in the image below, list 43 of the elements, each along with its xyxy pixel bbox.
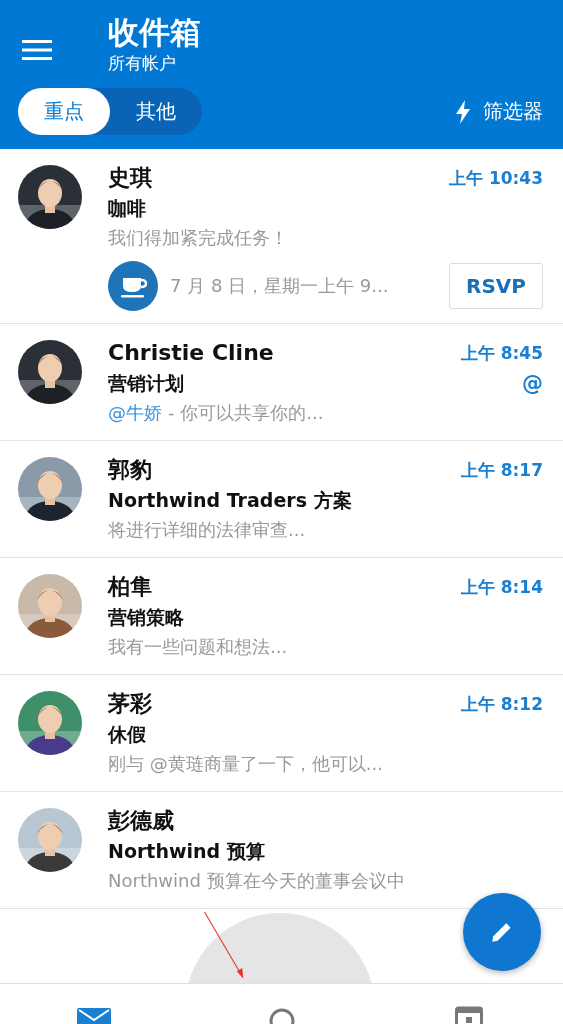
- message-preview: 我有一些问题和想法...: [108, 635, 288, 659]
- sender-name: 彭德威: [108, 807, 174, 835]
- menu-icon[interactable]: [22, 40, 52, 60]
- compose-button[interactable]: [463, 893, 541, 971]
- message-time: 上午 8:12: [460, 692, 543, 716]
- sender-name: 史琪: [108, 164, 152, 192]
- calendar-icon[interactable]: [455, 1006, 484, 1024]
- sender-name: 郭豹: [108, 456, 152, 484]
- sender-name: 茅彩: [108, 690, 152, 718]
- message-row[interactable]: 柏隼 上午 8:14 营销策略 我有一些问题和想法...: [0, 558, 563, 675]
- inbox-tab[interactable]: 重点: [18, 88, 110, 135]
- message-subject: Northwind 预算: [108, 839, 265, 864]
- message-time: 上午 8:14: [460, 575, 543, 599]
- message-row[interactable]: Christie Cline 上午 8:45 营销计划 @ @牛娇 - 你可以共享你的...: [0, 324, 563, 441]
- message-row[interactable]: 茅彩 上午 8:12 休假 刚与 @黄琏商量了一下，他可以...: [0, 675, 563, 792]
- event-time: 7 月 8 日，星期一上午 9...: [170, 274, 390, 298]
- message-preview: - 你可以共享你的...: [168, 401, 324, 425]
- message-preview: 将进行详细的法律审查...: [108, 518, 306, 542]
- sender-name: Christie Cline: [108, 339, 274, 367]
- message-subject: 营销计划: [108, 371, 184, 396]
- message-preview: 我们得加紧完成任务！: [108, 226, 288, 250]
- message-subject: 营销策略: [108, 605, 184, 630]
- message-time: 上午 8:45: [460, 341, 543, 365]
- rsvp-button[interactable]: RSVP: [449, 263, 543, 309]
- inbox-title: 收件箱: [108, 13, 201, 52]
- message-subject: 咖啡: [108, 196, 146, 221]
- message-row[interactable]: 史琪 上午 10:43 咖啡 我们得加紧完成任务！ 7 月 8 日，星期一上午 9... RSVP: [0, 149, 563, 324]
- message-subject: 休假: [108, 722, 146, 747]
- message-preview: Northwind 预算在今天的董事会议中: [108, 869, 405, 893]
- account-subtitle: 所有帐户: [108, 52, 177, 74]
- lightning-icon: [455, 99, 471, 124]
- mail-icon[interactable]: [76, 1006, 111, 1024]
- mention-icon: @: [522, 371, 543, 395]
- sender-name: 柏隼: [108, 573, 152, 601]
- message-time: 上午 8:17: [460, 458, 543, 482]
- message-subject: Northwind Traders 方案: [108, 488, 352, 513]
- filter-button[interactable]: 筛选器: [455, 98, 543, 125]
- message-row[interactable]: 郭豹 上午 8:17 Northwind Traders 方案 将进行详细的法律审查...: [0, 441, 563, 558]
- search-icon[interactable]: [267, 1006, 296, 1024]
- coffee-cup-icon: [108, 261, 158, 311]
- message-preview: 刚与 @黄琏商量了一下，他可以...: [108, 752, 383, 776]
- message-time: 上午 10:43: [448, 166, 543, 190]
- inbox-tab[interactable]: 其他: [110, 88, 202, 135]
